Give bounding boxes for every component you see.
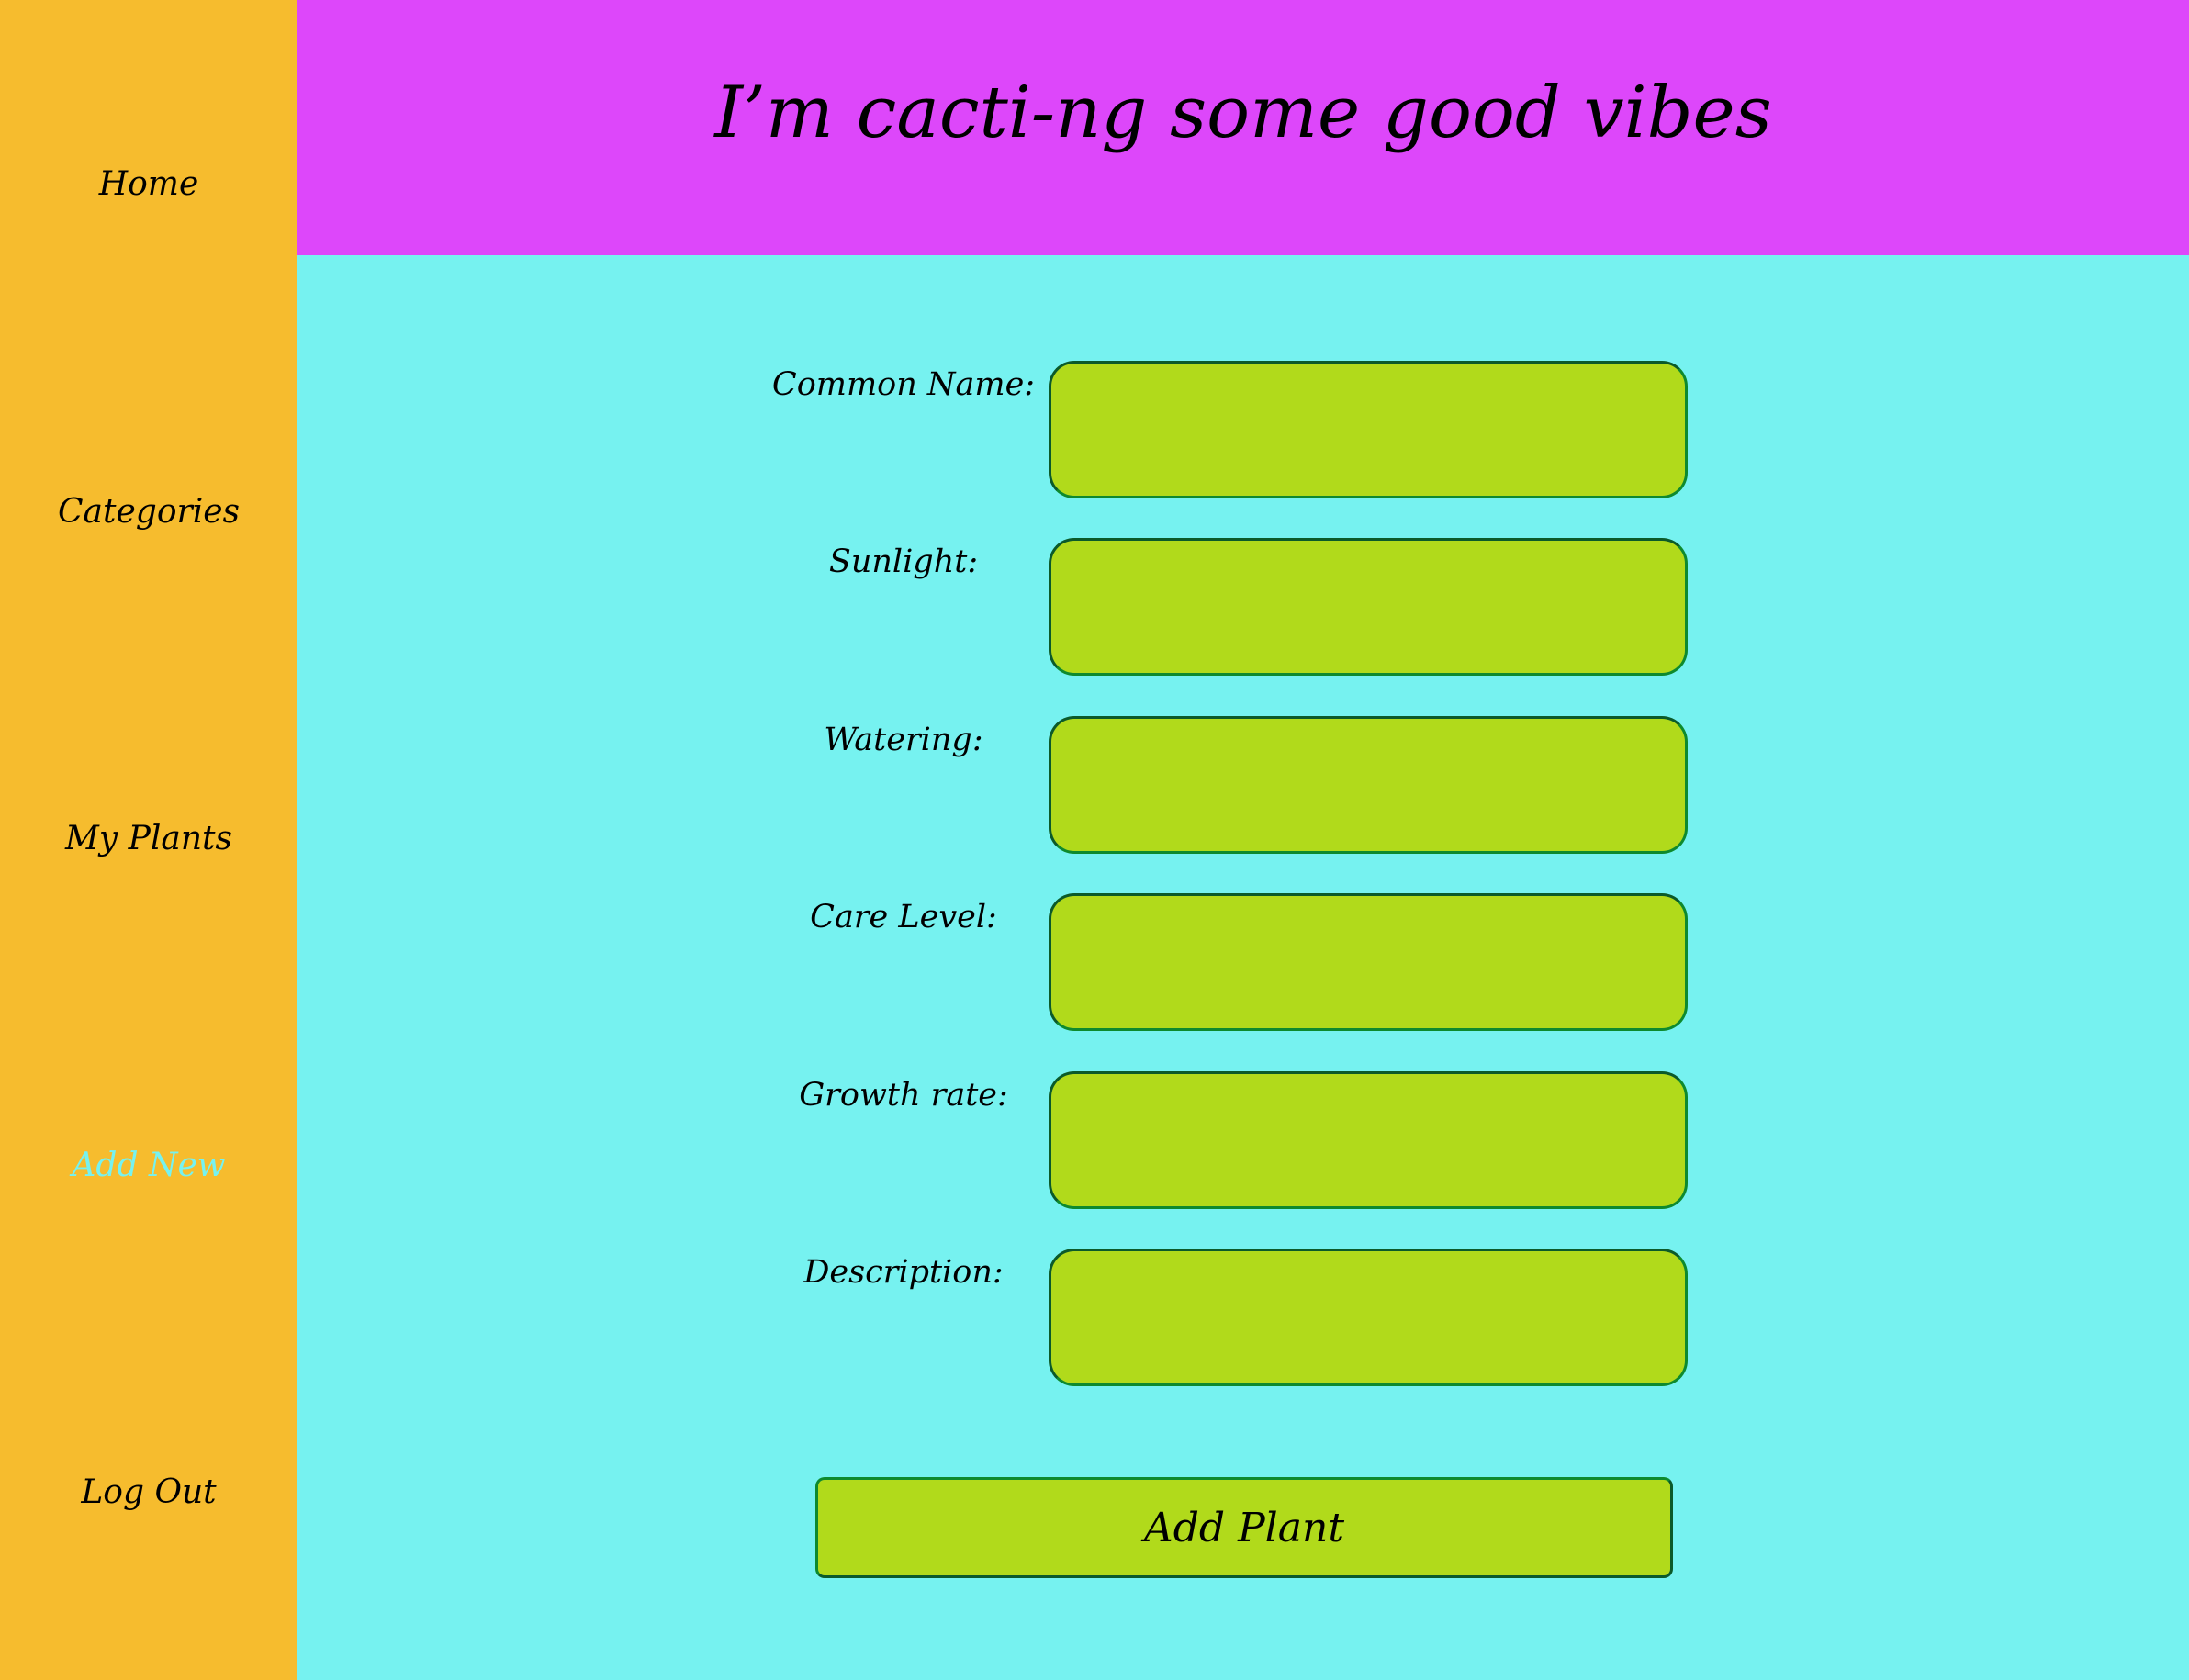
- add-plant-button[interactable]: Add Plant: [815, 1477, 1673, 1578]
- page-title: I’m cacti-ng some good vibes: [714, 72, 1772, 154]
- sidebar-item-categories[interactable]: Categories: [0, 489, 297, 535]
- common-name-input[interactable]: [1049, 361, 1688, 498]
- add-plant-form: Common Name: Sunlight: Watering: Care Le…: [297, 255, 2189, 1680]
- description-label: Description:: [803, 1254, 1004, 1291]
- sidebar-item-my-plants[interactable]: My Plants: [0, 816, 297, 862]
- sunlight-label: Sunlight:: [828, 543, 979, 580]
- sunlight-input[interactable]: [1049, 538, 1688, 676]
- watering-label: Watering:: [824, 722, 983, 758]
- sidebar-item-log-out[interactable]: Log Out: [0, 1470, 297, 1516]
- description-input[interactable]: [1049, 1249, 1688, 1386]
- header: I’m cacti-ng some good vibes: [297, 0, 2189, 255]
- care-level-label: Care Level:: [810, 899, 997, 935]
- watering-input[interactable]: [1049, 716, 1688, 854]
- common-name-label: Common Name:: [771, 366, 1036, 403]
- sidebar-item-home[interactable]: Home: [0, 162, 297, 207]
- sidebar: Home Categories My Plants Add New Log Ou…: [0, 0, 297, 1680]
- care-level-input[interactable]: [1049, 893, 1688, 1031]
- growth-rate-input[interactable]: [1049, 1071, 1688, 1209]
- sidebar-item-add-new[interactable]: Add New: [0, 1143, 297, 1189]
- growth-rate-label: Growth rate:: [799, 1077, 1008, 1114]
